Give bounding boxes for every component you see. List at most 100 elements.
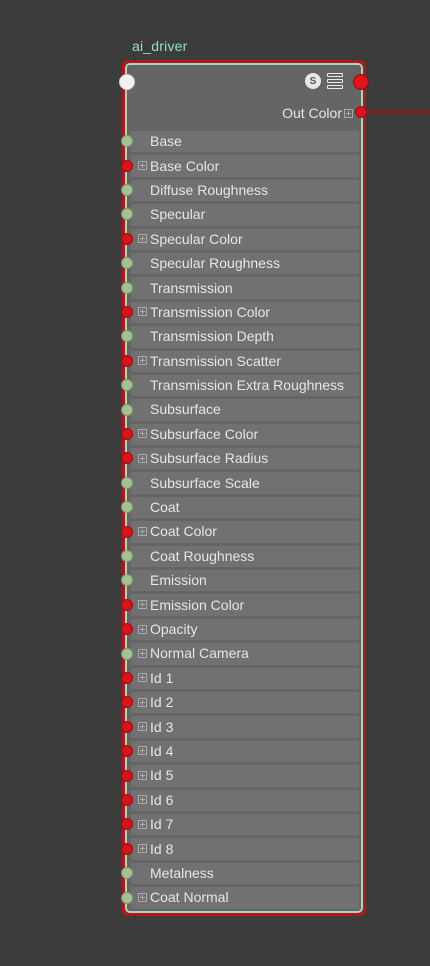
- expand-icon[interactable]: [138, 453, 147, 463]
- output-attribute-row[interactable]: Out Color: [282, 105, 353, 121]
- attribute-input-port[interactable]: [121, 476, 133, 489]
- attribute-input-port[interactable]: [121, 891, 133, 904]
- expand-icon[interactable]: [138, 307, 147, 317]
- node-header[interactable]: S Out Color: [127, 65, 361, 129]
- attribute-input-port[interactable]: [121, 428, 133, 440]
- attribute-input-port[interactable]: [121, 769, 133, 782]
- attribute-row[interactable]: Id 7: [127, 812, 361, 836]
- attribute-input-port[interactable]: [121, 232, 133, 245]
- attribute-label: Subsurface Radius: [150, 450, 269, 467]
- attribute-row[interactable]: Transmission Extra Roughness: [127, 373, 361, 397]
- attribute-row[interactable]: Coat: [127, 495, 361, 519]
- attribute-row[interactable]: Specular Color: [127, 227, 361, 251]
- attribute-input-port[interactable]: [121, 720, 133, 733]
- attribute-input-port[interactable]: [121, 794, 133, 806]
- attribute-row[interactable]: Transmission: [127, 275, 361, 299]
- attribute-row[interactable]: Metalness: [127, 861, 361, 885]
- expand-icon[interactable]: [138, 722, 147, 732]
- attribute-input-port[interactable]: [121, 281, 133, 294]
- attribute-input-port[interactable]: [121, 159, 133, 172]
- expand-icon[interactable]: [138, 356, 147, 366]
- attribute-row[interactable]: Specular: [127, 202, 361, 226]
- attribute-label: Coat Roughness: [150, 547, 255, 564]
- attribute-row[interactable]: Id 3: [127, 714, 361, 738]
- attribute-row[interactable]: Transmission Color: [127, 300, 361, 324]
- expand-icon[interactable]: [138, 746, 147, 756]
- expand-icon[interactable]: [138, 234, 147, 244]
- node-input-port[interactable]: [119, 74, 135, 90]
- attribute-input-port[interactable]: [121, 598, 133, 611]
- output-connection-line[interactable]: [366, 111, 430, 113]
- attribute-row[interactable]: Subsurface Radius: [127, 446, 361, 470]
- attribute-row[interactable]: Transmission Depth: [127, 324, 361, 348]
- attribute-row[interactable]: Emission: [127, 568, 361, 592]
- attribute-row[interactable]: Id 1: [127, 666, 361, 690]
- attribute-row[interactable]: Coat Roughness: [127, 544, 361, 568]
- attribute-row[interactable]: Specular Roughness: [127, 251, 361, 275]
- attribute-row[interactable]: Id 2: [127, 690, 361, 714]
- swatch-toggle-icon[interactable]: S: [305, 73, 321, 89]
- expand-icon[interactable]: [138, 770, 147, 780]
- attribute-label: Id 6: [150, 791, 174, 808]
- expand-icon[interactable]: [138, 892, 147, 902]
- attribute-list-icon[interactable]: [327, 73, 343, 89]
- attribute-input-port[interactable]: [121, 184, 133, 196]
- attribute-label: Id 7: [150, 816, 174, 833]
- attribute-row[interactable]: Normal Camera: [127, 641, 361, 665]
- expand-icon[interactable]: [138, 648, 147, 658]
- node-editor-canvas[interactable]: ai_driver S Out Color Base Base Color Diff…: [0, 0, 430, 966]
- attribute-row[interactable]: Id 8: [127, 836, 361, 860]
- out-color-port[interactable]: [355, 106, 367, 118]
- expand-icon[interactable]: [138, 819, 147, 829]
- attribute-input-port[interactable]: [121, 647, 133, 660]
- expand-icon[interactable]: [138, 624, 147, 634]
- attribute-label: Transmission Depth: [150, 328, 274, 345]
- attribute-row[interactable]: Coat Normal: [127, 885, 361, 909]
- attribute-label: Id 3: [150, 718, 174, 735]
- attribute-input-port[interactable]: [121, 306, 133, 318]
- attribute-label: Subsurface Color: [150, 425, 259, 442]
- attribute-label: Emission: [150, 572, 207, 589]
- attribute-label: Coat Normal: [150, 889, 229, 906]
- attribute-row[interactable]: Diffuse Roughness: [127, 178, 361, 202]
- expand-icon[interactable]: [138, 526, 147, 536]
- attribute-label: Transmission Extra Roughness: [150, 377, 345, 394]
- attribute-row[interactable]: Id 5: [127, 763, 361, 787]
- attribute-label: Coat Color: [150, 523, 217, 540]
- attribute-input-port[interactable]: [121, 403, 133, 416]
- attribute-label: Metalness: [150, 864, 214, 881]
- expand-icon[interactable]: [138, 161, 147, 171]
- attribute-input-port[interactable]: [121, 550, 133, 562]
- attribute-row[interactable]: Base Color: [127, 153, 361, 177]
- attribute-row[interactable]: Subsurface Scale: [127, 470, 361, 494]
- attribute-row[interactable]: Id 4: [127, 739, 361, 763]
- expand-icon[interactable]: [138, 697, 147, 707]
- attribute-row[interactable]: Opacity: [127, 617, 361, 641]
- attribute-input-port[interactable]: [121, 842, 133, 855]
- input-attribute-list: Base Base Color Diffuse Roughness Specular S…: [127, 129, 361, 910]
- attribute-label: Id 8: [150, 840, 174, 857]
- expand-icon[interactable]: [138, 600, 147, 610]
- attribute-label: Specular Color: [150, 230, 243, 247]
- attribute-row[interactable]: Coat Color: [127, 519, 361, 543]
- attribute-input-port[interactable]: [121, 525, 133, 538]
- attribute-input-port[interactable]: [121, 672, 133, 684]
- expand-icon[interactable]: [138, 673, 147, 683]
- attribute-row[interactable]: Transmission Scatter: [127, 349, 361, 373]
- attribute-row[interactable]: Emission Color: [127, 592, 361, 616]
- output-expand-icon[interactable]: [344, 108, 353, 118]
- attribute-label: Base: [150, 133, 182, 150]
- ai-driver-node[interactable]: S Out Color Base Base Color Diffuse Roughn…: [125, 63, 363, 913]
- node-output-port[interactable]: [353, 74, 369, 90]
- attribute-input-port[interactable]: [121, 354, 133, 367]
- expand-icon[interactable]: [138, 795, 147, 805]
- attribute-label: Id 4: [150, 742, 174, 759]
- attribute-row[interactable]: Subsurface Color: [127, 422, 361, 446]
- attribute-label: Normal Camera: [150, 645, 249, 662]
- attribute-row[interactable]: Subsurface: [127, 397, 361, 421]
- attribute-row[interactable]: Id 6: [127, 788, 361, 812]
- attribute-row[interactable]: Base: [127, 129, 361, 153]
- expand-icon[interactable]: [138, 844, 147, 854]
- node-title[interactable]: ai_driver: [132, 38, 188, 54]
- expand-icon[interactable]: [138, 429, 147, 439]
